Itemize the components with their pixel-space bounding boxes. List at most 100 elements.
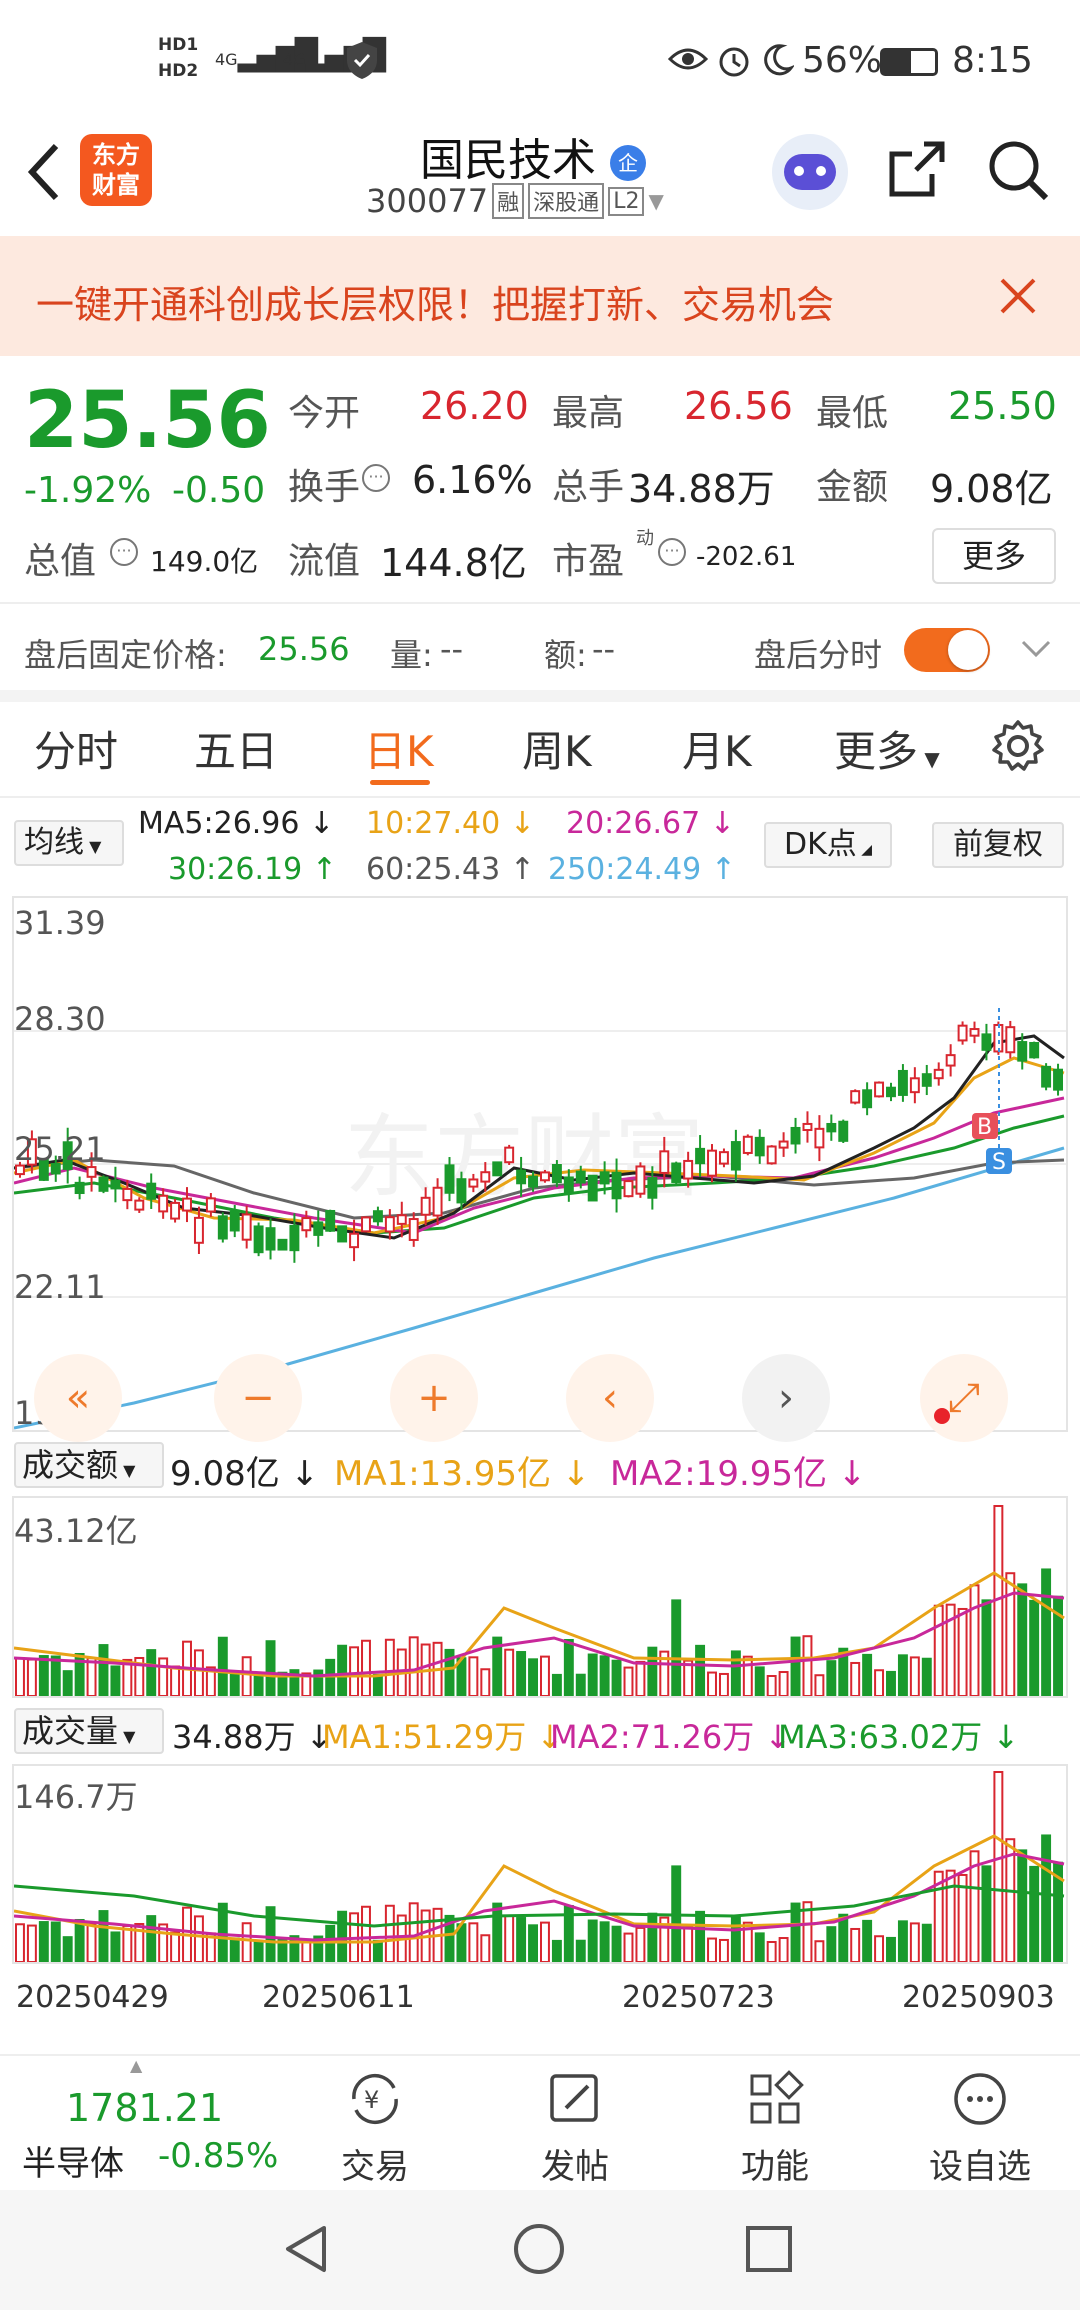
l2-tag: L2 <box>608 186 645 216</box>
fullscreen-icon[interactable]: ⤢ <box>920 1354 1008 1442</box>
ma250-value: 250:24.49 ↑ <box>548 852 736 887</box>
volume-bar <box>850 1927 861 1962</box>
fuquan-button[interactable]: 前复权 <box>932 822 1064 868</box>
info-icon[interactable]: ··· <box>658 538 686 566</box>
post-button[interactable]: 发帖 <box>520 2068 630 2188</box>
alarm-icon <box>719 47 749 77</box>
volume-bar <box>766 1674 777 1696</box>
nav-recent-icon[interactable] <box>742 2222 796 2276</box>
candle-body <box>826 1122 837 1133</box>
volume-bar <box>337 1910 348 1962</box>
tab-daily-k[interactable]: 日K <box>364 718 434 779</box>
volume-bar <box>86 1923 97 1962</box>
ma-bar: 均线 ▼ MA5:26.96 ↓ 10:27.40 ↓ 20:26.67 ↓ 3… <box>0 800 1080 896</box>
gear-icon[interactable] <box>990 718 1046 774</box>
candle-body <box>86 1166 97 1178</box>
app-logo[interactable]: 东方 财富 <box>80 134 152 206</box>
date-label: 20250429 <box>16 1980 169 2015</box>
prev-icon[interactable]: ‹ <box>566 1354 654 1442</box>
volume-selector[interactable]: 成交量 ▼ <box>14 1708 164 1754</box>
volume-bar <box>993 1771 1004 1962</box>
candle-body <box>265 1227 276 1251</box>
candle-body <box>372 1210 383 1223</box>
volume-bar <box>814 1940 825 1962</box>
volume-bar <box>635 1660 646 1696</box>
function-button[interactable]: 功能 <box>720 2068 830 2188</box>
candle-body <box>289 1224 300 1252</box>
date-label: 20250611 <box>262 1980 415 2015</box>
volume-bar <box>587 1653 598 1696</box>
after-hours-toggle[interactable] <box>904 628 990 672</box>
info-icon[interactable]: ··· <box>110 538 138 566</box>
candle-body <box>277 1238 288 1251</box>
shield-icon <box>347 42 377 79</box>
candle-body <box>921 1073 932 1087</box>
zoom-out-icon[interactable]: − <box>214 1354 302 1442</box>
candle-body <box>98 1176 109 1192</box>
volume-bar <box>170 1665 181 1696</box>
dk-button[interactable]: DK点 ◢ <box>764 822 892 868</box>
fast-back-icon[interactable]: « <box>34 1354 122 1442</box>
volume-ma1: MA1:51.29万 ↓ <box>322 1718 564 1756</box>
back-icon[interactable] <box>24 142 64 202</box>
nav-back-icon[interactable] <box>280 2222 334 2276</box>
share-icon[interactable] <box>884 138 948 202</box>
date-label: 20250723 <box>622 1980 775 2015</box>
volume-bar <box>707 1937 717 1962</box>
more-button[interactable]: 更多 <box>932 528 1056 584</box>
info-icon[interactable]: ··· <box>362 464 390 492</box>
quote-panel: 25.56 -1.92% -0.50 今开 26.20 最高 26.56 最低 … <box>0 356 1080 686</box>
promo-banner[interactable]: 一键开通科创成长层权限！把握打新、交易机会 <box>0 236 1080 356</box>
index-value: 1781.21 <box>66 2086 224 2130</box>
amount-selector[interactable]: 成交额 ▼ <box>14 1442 164 1488</box>
zoom-in-icon[interactable]: + <box>390 1354 478 1442</box>
candle-body <box>695 1147 706 1165</box>
next-icon[interactable]: › <box>742 1354 830 1442</box>
tab-fenshi[interactable]: 分时 <box>34 718 118 779</box>
volume-bar <box>647 1912 658 1962</box>
kline-chart[interactable]: 东方财富 B S 31.39 28.30 25.21 22.11 19.02 «… <box>12 896 1068 1442</box>
volume-bar <box>969 1584 980 1696</box>
volume-bar <box>1041 1568 1052 1696</box>
volume-bar <box>623 1932 634 1962</box>
battery-icon <box>880 48 938 76</box>
candle-body <box>349 1232 360 1249</box>
chevron-down-icon[interactable] <box>1020 638 1052 660</box>
amount-value: 9.08亿 ↓ <box>170 1454 319 1494</box>
active-tab-indicator <box>370 780 430 785</box>
promo-text: 一键开通科创成长层权限！把握打新、交易机会 <box>36 283 835 327</box>
index-widget[interactable]: ▲ 1781.21 半导体 -0.85% <box>0 2056 290 2192</box>
volume-bar <box>372 1939 383 1962</box>
close-icon[interactable] <box>998 276 1038 316</box>
volume-bar <box>349 1646 360 1696</box>
amount-chart[interactable]: 43.12亿 <box>12 1496 1068 1698</box>
volume-bar <box>229 1671 240 1696</box>
status-bar: HD1 HD2 4G▂▄▆█ 4G▂▄▆█ 56% 8:15 <box>0 0 1080 120</box>
volume-bar <box>110 1931 121 1962</box>
candle-body <box>193 1216 204 1244</box>
add-watchlist-button[interactable]: 设自选 <box>920 2068 1040 2188</box>
tab-wuri[interactable]: 五日 <box>194 718 278 779</box>
search-icon[interactable] <box>986 138 1050 202</box>
tab-weekly-k[interactable]: 周K <box>522 718 592 779</box>
dropdown-icon: ▼ <box>648 189 664 213</box>
tab-monthly-k[interactable]: 月K <box>682 718 752 779</box>
volume-chart[interactable]: 146.7万 <box>12 1764 1068 1964</box>
candle-body <box>647 1177 658 1199</box>
high-value: 26.56 <box>684 384 793 428</box>
ma-selector[interactable]: 均线 ▼ <box>14 820 124 866</box>
bottom-toolbar: ▲ 1781.21 半导体 -0.85% ¥ 交易 发帖 功能 设自选 <box>0 2054 1080 2190</box>
volume-bar <box>15 1657 25 1696</box>
nav-home-icon[interactable] <box>512 2222 566 2276</box>
volume-bar <box>575 1939 586 1962</box>
stock-code-row[interactable]: 300077 融 深股通 L2 ▼ <box>366 182 664 220</box>
candle-body <box>993 1023 1004 1053</box>
tab-more[interactable]: 更多 ▼ <box>834 718 940 779</box>
trade-button[interactable]: ¥ 交易 <box>320 2068 430 2188</box>
margin-tag: 融 <box>492 183 525 219</box>
volume-bar <box>468 1922 479 1962</box>
candle-body <box>575 1170 586 1184</box>
low-value: 25.50 <box>948 384 1057 428</box>
robot-assistant-icon[interactable] <box>772 134 848 210</box>
candle-body <box>253 1225 264 1254</box>
